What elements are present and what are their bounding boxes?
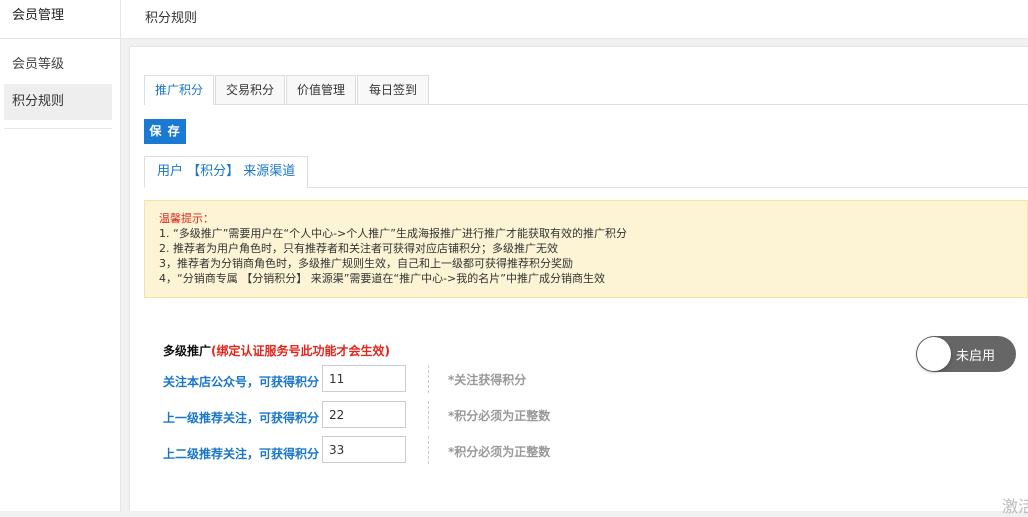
notice-line: 3，推荐者为分销商角色时，多级推广规则生效，自己和上一级都可获得推荐积分奖励 — [159, 257, 573, 270]
row-hint-level1: *积分必须为正整数 — [448, 409, 551, 423]
notice-box: 温馨提示： 1. “多级推广”需要用户在“个人中心->个人推广”生成海报推广进行… — [144, 200, 1028, 298]
row-label-follow: 关注本店公众号，可获得积分 — [163, 375, 320, 389]
row-hint-follow: *关注获得积分 — [448, 373, 527, 387]
notice-line: 1. “多级推广”需要用户在“个人中心->个人推广”生成海报推广进行推广才能获取… — [159, 227, 627, 240]
follow-points-input[interactable] — [322, 365, 406, 392]
tab-promotion-points[interactable]: 推广积分 — [144, 75, 214, 105]
enable-toggle[interactable]: 未启用 — [916, 336, 1016, 372]
multi-level-warning: (绑定认证服务号此功能才会生效) — [211, 344, 390, 358]
toggle-label: 未启用 — [956, 349, 996, 364]
sidebar-item-member-level[interactable]: 会员等级 — [4, 47, 112, 83]
multi-level-label: 多级推广 — [163, 344, 212, 358]
sidebar: 会员管理 会员等级 积分规则 — [0, 0, 121, 511]
sidebar-divider — [4, 128, 112, 129]
tab-daily-checkin[interactable]: 每日签到 — [357, 75, 429, 104]
notice-line: 2. 推荐者为用户角色时，只有推荐者和关注者可获得对应店铺积分；多级推广无效 — [159, 242, 558, 255]
header: 积分规则 — [121, 0, 1028, 39]
notice-line: 4，“分销商专属 【分销积分】 来源渠”需要道在“推广中心->我的名片”中推广成… — [159, 272, 605, 285]
row-divider — [428, 401, 429, 429]
tab-bar: 推广积分 交易积分 价值管理 每日签到 — [144, 75, 1028, 105]
page-title: 积分规则 — [145, 11, 198, 26]
row-divider — [428, 365, 429, 393]
row-label-level1: 上一级推荐关注，可获得积分 — [163, 411, 320, 425]
row-divider — [428, 436, 429, 464]
multi-level-title: 多级推广(绑定认证服务号此功能才会生效) — [163, 342, 390, 359]
main-panel: 推广积分 交易积分 价值管理 每日签到 保 存 用户 【积分】 来源渠道 温馨提… — [129, 46, 1028, 516]
watermark: 激活 — [1001, 497, 1028, 516]
row-hint-level2: *积分必须为正整数 — [448, 445, 551, 459]
tab-points-source[interactable]: 用户 【积分】 来源渠道 — [144, 156, 309, 188]
level1-points-input[interactable] — [322, 401, 406, 428]
save-button[interactable]: 保 存 — [144, 119, 186, 144]
notice-title: 温馨提示： — [159, 212, 214, 225]
tab-transaction-points[interactable]: 交易积分 — [215, 75, 285, 104]
toggle-knob — [917, 337, 951, 371]
sidebar-item-points-rules[interactable]: 积分规则 — [4, 84, 112, 120]
level2-points-input[interactable] — [322, 436, 406, 463]
tab-value-management[interactable]: 价值管理 — [286, 75, 356, 104]
row-label-level2: 上二级推荐关注，可获得积分 — [163, 447, 320, 461]
sidebar-title: 会员管理 — [0, 0, 120, 39]
